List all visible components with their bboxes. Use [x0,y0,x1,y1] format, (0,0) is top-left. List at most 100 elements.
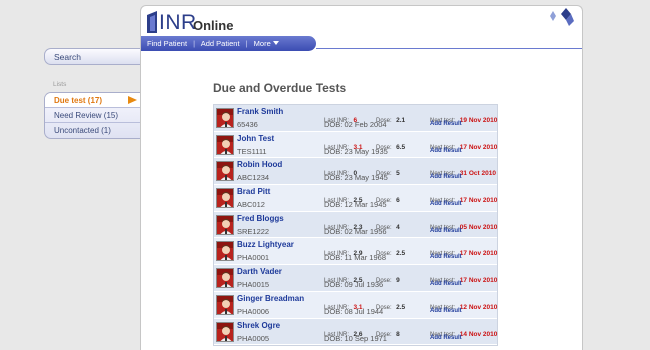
add-result-link[interactable]: Add Result [430,121,462,127]
dob-label: DOB: [324,280,343,290]
dob: DOB: 12 Mar 1945 [324,200,387,209]
dob: DOB: 11 Mar 1968 [324,253,386,262]
patient-name[interactable]: Darth Vader [237,267,282,276]
dose-value: 6.5 [396,143,406,151]
menu-more[interactable]: More [254,39,279,48]
table-row: Buzz Lightyear PHA0001 Last INR: 2.9 Dose: … [214,238,498,266]
dose-value: 2.5 [396,250,406,258]
patient-name[interactable]: Brad Pitt [237,187,270,196]
next-test-value: 05 Nov 2010 [459,223,498,231]
dose-value: 4 [396,223,400,231]
patient-name[interactable]: Robin Hood [237,160,282,169]
next-test-value: 17 Nov 2010 [459,143,498,151]
patient-name[interactable]: Buzz Lightyear [237,240,294,249]
avatar [216,108,234,128]
avatar [216,214,234,235]
avatar [216,294,234,315]
add-result-link[interactable]: Add Result [430,335,462,341]
table-row: Ginger Breadman PHA0006 Last INR: 3.1 Dose:… [214,291,498,319]
dob: DOB: 08 Jul 1944 [324,307,383,316]
dob: DOB: 02 Mar 1956 [324,227,387,236]
dob-label: DOB: [324,120,343,129]
table-row: John Test TES1111 Last INR: 3.1 Dose: 6.5 DO… [214,131,498,159]
search-button[interactable]: Search [44,48,141,65]
table-row: Fred Bloggs SRE1222 Last INR: 2.3 Dose: 4 DO… [214,211,498,239]
avatar [216,241,234,262]
lists-heading: Lists [53,81,67,88]
next-test-value: 12 Nov 2010 [459,303,498,311]
menu-add-patient[interactable]: Add Patient [201,39,240,48]
add-result-link[interactable]: Add Result [430,281,462,287]
menu-separator: | [193,39,196,48]
dob: DOB: 23 May 1945 [324,173,388,182]
add-result-link[interactable]: Add Result [430,254,462,260]
dob: DOB: 23 May 1935 [324,147,388,156]
dose-value: 6 [396,197,400,205]
patient-id: PHA0001 [237,253,270,263]
logo-subtext: Online [193,18,234,33]
dob-value: 23 May 1935 [344,146,388,156]
add-result-link[interactable]: Add Result [430,228,462,234]
patient-id: PHA0005 [237,333,270,343]
table-row: Darth Vader PHA0015 Last INR: 2.5 Dose: 9 DO… [214,265,497,292]
dob-label: DOB: [324,146,343,156]
list-item[interactable]: Need Review (15) [45,108,141,123]
dob-value: 02 Mar 1956 [344,226,387,236]
list-item-label: Need Review (15) [54,111,119,120]
patient-name[interactable]: Fred Bloggs [237,214,284,223]
logo-mark-icon [550,8,574,26]
table-row: Robin Hood ABC1234 Last INR: 0 Dose: 5 DOB: … [214,158,497,186]
dose-value: 2.1 [396,117,406,124]
list-item-label: Uncontacted (1) [54,126,111,135]
list-group: Due test (17) Need Review (15) Uncontacted… [44,92,141,139]
list-item[interactable]: Uncontacted (1) [45,123,141,138]
next-test-value: 31 Oct 2010 [459,170,496,178]
list-item[interactable]: Due test (17) [45,93,141,108]
dose-value: 2.5 [396,303,406,311]
main-panel: INR Online Find Patient | Add Patient | … [140,5,583,350]
logo-icon [147,11,157,33]
menu-separator: | [245,39,248,48]
avatar [216,188,234,209]
patient-id: SRE1222 [237,226,270,236]
patient-table: Frank Smith 65436 Last INR: 6 Dose: 2.1 DOB:… [213,104,498,347]
dob-label: DOB: [324,226,343,236]
patient-name[interactable]: John Test [237,134,274,143]
next-test-value: 17 Nov 2010 [459,250,498,258]
patient-id: PHA0015 [237,280,270,290]
patient-id: ABC012 [237,200,265,210]
add-result-link[interactable]: Add Result [430,308,462,314]
menu-divider [316,48,582,49]
avatar [216,268,234,289]
add-result-link[interactable]: Add Result [430,201,462,207]
add-result-link[interactable]: Add Result [430,174,462,180]
next-test-value: 19 Nov 2010 [459,117,498,124]
patient-id: 65436 [237,120,258,129]
next-test-value: 14 Nov 2010 [459,330,498,338]
dob-value: 10 Sep 1971 [344,333,387,343]
dob-value: 12 Mar 1945 [344,200,387,210]
patient-id: TES1111 [237,146,267,156]
logo-text: INR [159,11,197,34]
dob-value: 02 Feb 2004 [344,120,387,129]
dose-value: 5 [396,170,400,178]
dob-label: DOB: [324,200,343,210]
menu-find-patient[interactable]: Find Patient [147,39,187,48]
table-row: Brad Pitt ABC012 Last INR: 2.5 Dose: 6 DOB: … [214,185,497,212]
patient-name[interactable]: Ginger Breadman [237,294,304,303]
sidebar: Search Lists Due test (17) Need Review (1… [44,48,141,139]
list-item-label: Due test (17) [54,96,103,105]
dose-value: 8 [396,330,400,338]
dob: DOB: 09 Jul 1936 [324,280,383,289]
dob-value: 09 Jul 1936 [344,280,384,290]
patient-name[interactable]: Frank Smith [237,107,283,116]
patient-name[interactable]: Shrek Ogre [237,321,280,330]
patient-id: PHA0006 [237,306,270,316]
avatar [216,134,234,155]
avatar [216,321,234,342]
arrow-right-icon [128,96,137,104]
next-test-value: 17 Nov 2010 [459,277,498,285]
dob-label: DOB: [324,173,343,183]
add-result-link[interactable]: Add Result [430,148,462,154]
avatar [216,161,234,182]
